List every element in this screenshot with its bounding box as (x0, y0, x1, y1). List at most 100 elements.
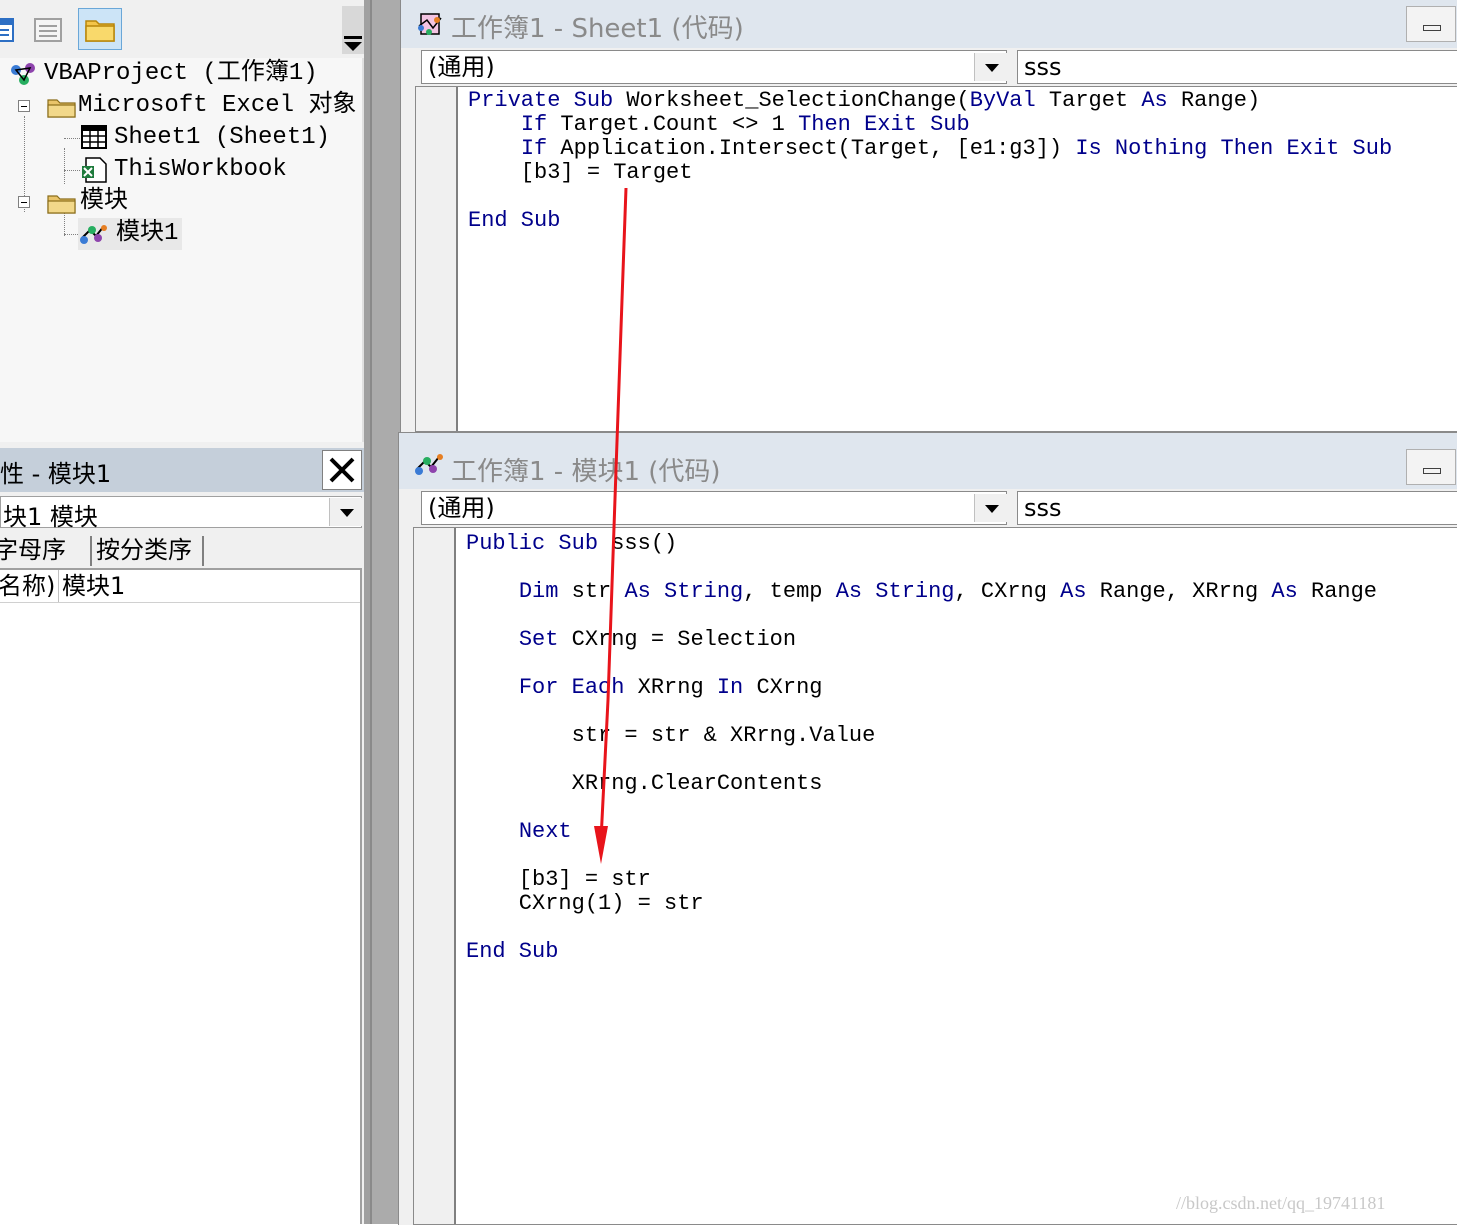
sheet1-code-window: 工作簿1 - Sheet1 (代码) (通用) sss Private Sub … (400, 0, 1457, 432)
code-keyword: As (1060, 579, 1087, 604)
code-keyword: Dim (518, 579, 559, 604)
workbook-icon (82, 157, 107, 183)
properties-close-button[interactable] (322, 450, 362, 490)
view-object-icon (34, 18, 62, 42)
code-text: sss() (598, 531, 678, 556)
close-icon (329, 457, 355, 483)
code-text: , temp (743, 579, 836, 604)
procedure-combobox[interactable]: sss (1017, 491, 1457, 525)
tree-line (64, 148, 65, 184)
module1-window-title: 工作簿1 - 模块1 (代码) (451, 457, 721, 487)
toggle-folders-button[interactable] (78, 8, 122, 50)
margin-indicator-bar[interactable] (414, 528, 456, 1224)
tree-item-thisworkbook-label: ThisWorkbook (114, 156, 287, 183)
folder-icon (85, 20, 115, 42)
code-line[interactable]: [b3] = Target (468, 161, 693, 185)
procedure-combobox-value: sss (1024, 53, 1062, 81)
object-combobox[interactable]: (通用) (421, 491, 1007, 525)
object-combobox-value: (通用) (428, 53, 495, 81)
code-text: [b3] = str (466, 867, 651, 892)
code-line[interactable]: If Target.Count <> 1 Then Exit Sub (468, 113, 970, 137)
code-keyword: ByVal (969, 88, 1036, 113)
tab-alphabetic[interactable]: 字母序 (0, 532, 66, 568)
chevron-down-icon[interactable] (974, 494, 1007, 522)
code-line[interactable]: [b3] = str (466, 868, 651, 892)
code-keyword: As String (624, 579, 744, 604)
code-keyword: As String (835, 579, 955, 604)
overflow-bar (344, 36, 362, 39)
procedure-combobox[interactable]: sss (1017, 50, 1457, 84)
object-combobox[interactable]: (通用) (421, 50, 1007, 84)
properties-object-select[interactable]: 块1 模块 (0, 496, 362, 531)
code-keyword: As (1141, 88, 1168, 113)
worksheet-icon (81, 125, 107, 149)
margin-indicator-bar[interactable] (416, 87, 458, 431)
code-text: Target (1035, 88, 1142, 113)
code-keyword: If (520, 136, 548, 161)
code-text: Range, XRrng (1086, 579, 1272, 604)
folder-icon (47, 99, 76, 118)
collapse-icon[interactable] (18, 100, 30, 112)
code-keyword: Next (518, 819, 572, 844)
code-text: CXrng (743, 675, 823, 700)
code-line[interactable]: Public Sub sss() (466, 532, 677, 556)
procedure-combobox-value: sss (1024, 494, 1062, 522)
code-keyword: For Each (518, 675, 625, 700)
tab-categorized[interactable]: 按分类序 (96, 532, 192, 568)
sheet1-titlebar[interactable]: 工作簿1 - Sheet1 (代码) (401, 0, 1457, 48)
property-row-name[interactable]: 名称) 模块1 (0, 570, 360, 603)
code-line[interactable]: Next (466, 820, 572, 844)
code-text: , CXrng (954, 579, 1061, 604)
module1-titlebar[interactable]: 工作簿1 - 模块1 (代码) (399, 433, 1457, 489)
folder-modules-label: 模块 (80, 188, 128, 215)
code-line[interactable]: End Sub (468, 209, 560, 233)
code-line[interactable]: CXrng(1) = str (466, 892, 704, 916)
sheet1-code-editor[interactable]: Private Sub Worksheet_SelectionChange(By… (415, 86, 1457, 432)
module1-code-editor[interactable]: Public Sub sss() Dim str As String, temp… (413, 527, 1457, 1225)
code-text: Target.Count <> 1 (547, 112, 799, 137)
tree-line (64, 170, 80, 171)
code-line[interactable]: Dim str As String, temp As String, CXrng… (466, 580, 1377, 604)
code-keyword: Then Exit Sub (798, 112, 970, 137)
property-name-cell: 名称) (0, 572, 56, 600)
code-line[interactable]: str = str & XRrng.Value (466, 724, 876, 748)
chevron-down-icon[interactable] (329, 498, 362, 526)
vbaproject-icon (11, 63, 35, 85)
code-line[interactable]: If Application.Intersect(Target, [e1:g3]… (468, 137, 1392, 161)
code-line[interactable]: XRrng.ClearContents (466, 772, 823, 796)
code-text: Application.Intersect(Target, [e1:g3]) (547, 136, 1076, 161)
chevron-down-icon[interactable] (974, 53, 1007, 81)
code-line[interactable]: End Sub (466, 940, 558, 964)
collapse-icon[interactable] (18, 196, 30, 208)
tree-root-label: VBAProject (工作簿1) (44, 60, 318, 87)
property-value-cell[interactable]: 模块1 (62, 570, 125, 602)
minimize-button[interactable] (1406, 449, 1456, 485)
code-keyword: In (716, 675, 744, 700)
folder-icon (47, 195, 76, 214)
module-icon (415, 454, 443, 475)
code-keyword: End Sub (468, 208, 561, 233)
properties-grid: 名称) 模块1 (0, 568, 362, 1224)
tree-item-module1[interactable]: 模块1 (78, 218, 182, 250)
code-keyword: If (520, 112, 548, 137)
code-line[interactable]: Set CXrng = Selection (466, 628, 796, 652)
toolbar-overflow-button[interactable] (342, 6, 364, 54)
watermark-text: //blog.csdn.net/qq_19741181 (1176, 1193, 1386, 1213)
tab-separator (202, 536, 204, 566)
grid-divider (58, 570, 59, 602)
code-text: Range (1297, 579, 1378, 604)
view-object-button[interactable] (26, 8, 70, 50)
minimize-button[interactable] (1406, 6, 1456, 42)
properties-object-value: 块1 模块 (3, 503, 98, 531)
properties-tabs: 字母序 按分类序 (0, 532, 364, 568)
code-line[interactable]: For Each XRrng In CXrng (466, 675, 823, 700)
object-combobox-value: (通用) (428, 494, 495, 522)
code-keyword: As (1271, 579, 1298, 604)
code-text: CXrng(1) = str (466, 891, 704, 916)
code-keyword: Is Nothing Then Exit Sub (1075, 136, 1393, 161)
code-line[interactable]: Private Sub Worksheet_SelectionChange(By… (468, 89, 1260, 113)
